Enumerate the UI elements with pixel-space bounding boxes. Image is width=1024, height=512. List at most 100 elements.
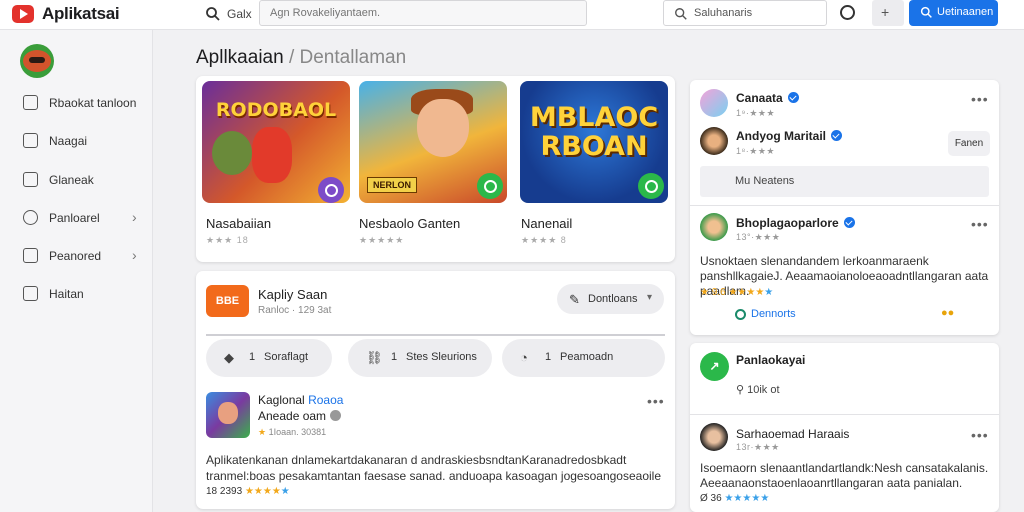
post-body-line: Aplikatenkanan dnlamekartdakanaran d and… — [206, 453, 627, 467]
show-more-users-button[interactable]: Mu Neatens — [700, 166, 989, 197]
game-rating: ★★★★ 8 — [521, 235, 567, 245]
star-rating-blue: ★ — [764, 287, 774, 298]
verified-icon — [787, 92, 799, 103]
more-options-icon[interactable]: ••• — [647, 393, 665, 409]
game-rating: ★★★★★ — [359, 235, 405, 245]
user-meta: 13°·★★★ — [736, 232, 781, 242]
play-logo-icon[interactable] — [12, 5, 34, 23]
post-author-highlight: Roaoa — [308, 393, 344, 407]
avatar[interactable] — [700, 213, 728, 241]
sidebar-item-label: Peanored — [49, 249, 102, 263]
user-name[interactable]: Canaata — [736, 91, 799, 105]
user-meta: 13r·★★★ — [736, 442, 780, 452]
section-card: BBE Kapliy Saan Ranloc · 129 3at ✎ Dontl… — [196, 271, 675, 509]
avatar[interactable] — [700, 89, 728, 117]
character-art — [417, 99, 469, 157]
chevron-down-icon: ▾ — [647, 292, 653, 303]
game-tile[interactable]: NERLON — [359, 81, 507, 203]
secondary-search-label: Saluhanaris — [694, 7, 753, 19]
sidebar-item-naagai[interactable]: Naagai — [0, 127, 153, 155]
sidebar-item-label: Haitan — [49, 287, 84, 301]
more-options-icon[interactable]: ••• — [971, 91, 989, 107]
more-options-icon[interactable]: ••• — [971, 216, 989, 232]
more-options-icon[interactable]: ••• — [971, 427, 989, 443]
game-tile[interactable]: RODOBAOL — [202, 81, 350, 203]
pill-label: Peamoadn — [560, 351, 614, 363]
follow-button[interactable]: Fanen — [948, 131, 990, 156]
sort-dropdown[interactable]: ✎ Dontloans ▾ — [557, 284, 664, 314]
game-title[interactable]: Nanenail — [521, 216, 572, 231]
game-title[interactable]: Nesbaolo Ganten — [359, 216, 460, 231]
popular-meta: ⚲ 10ik ot — [736, 383, 780, 396]
search-icon[interactable] — [205, 6, 221, 22]
filter-pill[interactable]: ◔ 1 Peamoadn — [502, 339, 665, 377]
pill-label: Stes Sleurions — [406, 351, 477, 363]
user-name[interactable]: Andyog Maritail — [736, 129, 843, 143]
user-meta: 1⁹·★★★ — [736, 108, 776, 118]
search-icon — [675, 8, 687, 20]
pill-count: 1 — [391, 351, 398, 363]
whatsapp-badge-icon — [318, 177, 344, 203]
game-art-title: RODOBAOL — [215, 99, 337, 121]
chevron-right-icon: › — [132, 247, 137, 263]
game-rating: ★★★ 18 — [206, 235, 249, 245]
avatar[interactable] — [700, 127, 728, 155]
post-thumbnail[interactable] — [206, 392, 250, 438]
sidebar-item-glaneak[interactable]: Glaneak — [0, 166, 153, 194]
primary-action-button[interactable]: Uetinaanen — [909, 0, 998, 26]
page-title-main: Apllkaaian — [196, 47, 284, 68]
user-name[interactable]: Sarhaoemad Haraais — [736, 427, 849, 441]
pill-label: Soraflagt — [264, 351, 309, 363]
user-name-text: Canaata — [736, 91, 783, 105]
pill-count: 1 — [249, 351, 256, 363]
post-meta: ★ 1Ioaan. 30381 — [258, 427, 326, 438]
sidebar-item-home[interactable]: Rbaokat tanloon — [0, 89, 153, 117]
filter-button[interactable]: + — [872, 0, 904, 26]
link-icon: ⛓ — [366, 350, 383, 365]
post-body-line: tranmel:boas pesakamtantan faesase sanad… — [206, 469, 662, 483]
search-input[interactable] — [259, 0, 587, 26]
verified-icon — [831, 130, 843, 141]
notification-icon[interactable] — [840, 5, 855, 20]
reaction-icons[interactable]: ●● — [941, 307, 954, 319]
game-art-badge: NERLON — [367, 177, 417, 193]
page-title: Apllkaaian / Dentallaman — [196, 47, 406, 69]
comment-icon: ◔ — [520, 350, 528, 365]
secondary-search-field[interactable]: Saluhanaris — [663, 0, 827, 26]
popular-rating: Ø 36 ★★★★★ — [700, 493, 769, 504]
avatar[interactable] — [20, 44, 54, 78]
whatsapp-badge-icon — [638, 173, 664, 199]
post-author-name[interactable]: Kaglonal Roaoa — [258, 393, 343, 407]
user-name-text: Andyog Maritail — [736, 129, 827, 143]
shield-icon — [23, 210, 38, 225]
post-author-first: Kaglonal — [258, 393, 305, 407]
review-link[interactable]: Dennorts — [751, 308, 796, 320]
user-name[interactable]: Bhoplagaoparlore — [736, 216, 855, 230]
post-handle-text: Aneade oam — [258, 409, 327, 423]
featured-games-card: RODOBAOL NERLON MBLAOC RBOAN Nasabaiian … — [196, 76, 675, 262]
sidebar-item-haitan[interactable]: Haitan — [0, 280, 153, 308]
sidebar-item-panloarel[interactable]: Panloarel › — [0, 204, 153, 232]
game-tile[interactable]: MBLAOC RBOAN — [520, 81, 668, 203]
filter-pill[interactable]: ◆ 1 Soraflagt — [206, 339, 332, 377]
sidebar-item-label: Naagai — [49, 134, 88, 148]
home-icon — [23, 95, 38, 110]
sidebar-item-label: Glaneak — [49, 173, 94, 187]
character-art — [212, 131, 252, 175]
pencil-icon: ✎ — [569, 292, 580, 307]
section-subtitle: Ranloc · 129 3at — [258, 305, 332, 316]
sidebar-item-peanored[interactable]: Peanored › — [0, 242, 153, 270]
bookmark-icon — [23, 248, 38, 263]
user-name-text: Bhoplagaoparlore — [736, 216, 839, 230]
game-title[interactable]: Nasabaiian — [206, 216, 271, 231]
star-rating: ★★★★ — [244, 486, 281, 497]
post-handle: Aneade oam — [258, 409, 342, 423]
sidebar-item-label: Panloarel — [49, 211, 100, 225]
app-title[interactable]: Aplikatsai — [42, 4, 120, 24]
close-square-icon — [23, 133, 38, 148]
filter-pill[interactable]: ⛓ 1 Stes Sleurions — [348, 339, 492, 377]
link-icon — [735, 309, 746, 320]
avatar[interactable] — [700, 423, 728, 451]
chevron-right-icon: › — [132, 209, 137, 225]
star-rating-blue: ★ — [280, 486, 290, 497]
